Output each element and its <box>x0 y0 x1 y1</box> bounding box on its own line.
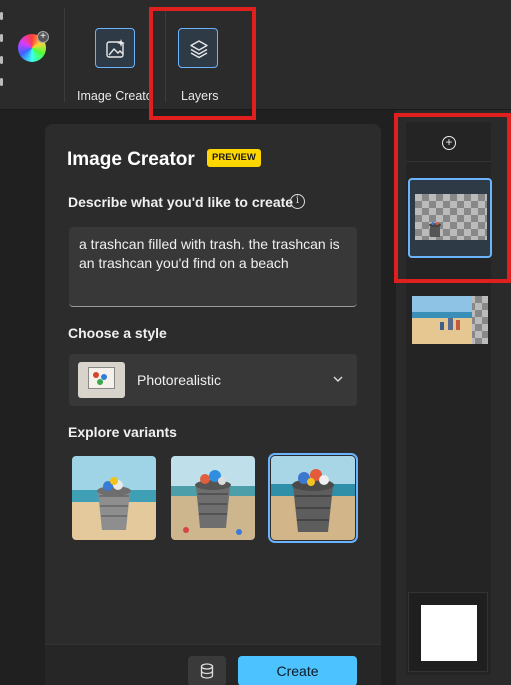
style-value: Photorealistic <box>137 372 222 388</box>
image-creator-tool-button[interactable]: Image Creato <box>70 24 170 104</box>
trashcan-layer-thumbnail <box>429 222 441 237</box>
color-picker-icon[interactable]: + <box>18 31 49 62</box>
info-icon[interactable]: i <box>290 194 305 209</box>
layers-list: + <box>406 122 492 675</box>
variant-thumbnail-3[interactable] <box>268 453 358 543</box>
style-dropdown[interactable]: Photorealistic <box>69 354 357 406</box>
layer-item-2[interactable] <box>408 286 492 366</box>
layer-thumbnail-transparent <box>415 194 487 240</box>
toolbar-divider <box>165 8 166 102</box>
layers-icon <box>178 28 218 68</box>
boosts-button[interactable] <box>188 656 226 685</box>
toolbar-edge <box>0 12 4 100</box>
style-label: Choose a style <box>68 325 167 341</box>
coins-icon <box>200 663 214 679</box>
beach-layer-thumbnail <box>412 296 488 344</box>
describe-label: Describe what you'd like to create <box>68 194 294 210</box>
prompt-input[interactable]: a trashcan filled with trash. the trashc… <box>69 227 357 307</box>
preview-badge: PREVIEW <box>207 149 261 167</box>
layers-tool-label: Layers <box>181 89 219 103</box>
layers-panel: + <box>396 110 511 685</box>
add-circle-icon: + <box>442 136 456 150</box>
layers-tool-button[interactable]: Layers <box>172 24 272 104</box>
canvas-preview-image <box>421 605 477 661</box>
add-layer-button[interactable]: + <box>406 122 491 162</box>
toolbar-divider <box>64 8 65 102</box>
chevron-down-icon <box>333 376 343 382</box>
image-sparkle-icon <box>95 28 135 68</box>
image-creator-panel: Image Creator PREVIEW Describe what you'… <box>45 124 381 685</box>
variant-thumbnail-2[interactable] <box>171 456 255 540</box>
style-thumbnail <box>78 362 125 398</box>
canvas-preview[interactable] <box>408 592 488 672</box>
layer-item-1[interactable] <box>408 178 492 258</box>
variant-thumbnail-1[interactable] <box>72 456 156 540</box>
panel-footer: Create <box>45 644 381 685</box>
add-color-icon: + <box>37 31 49 43</box>
variants-label: Explore variants <box>68 424 177 440</box>
toolbar: + Image Creato Layers <box>0 0 511 110</box>
image-creator-tool-label: Image Creato <box>77 89 153 103</box>
panel-title: Image Creator <box>67 149 195 170</box>
create-button[interactable]: Create <box>238 656 357 685</box>
